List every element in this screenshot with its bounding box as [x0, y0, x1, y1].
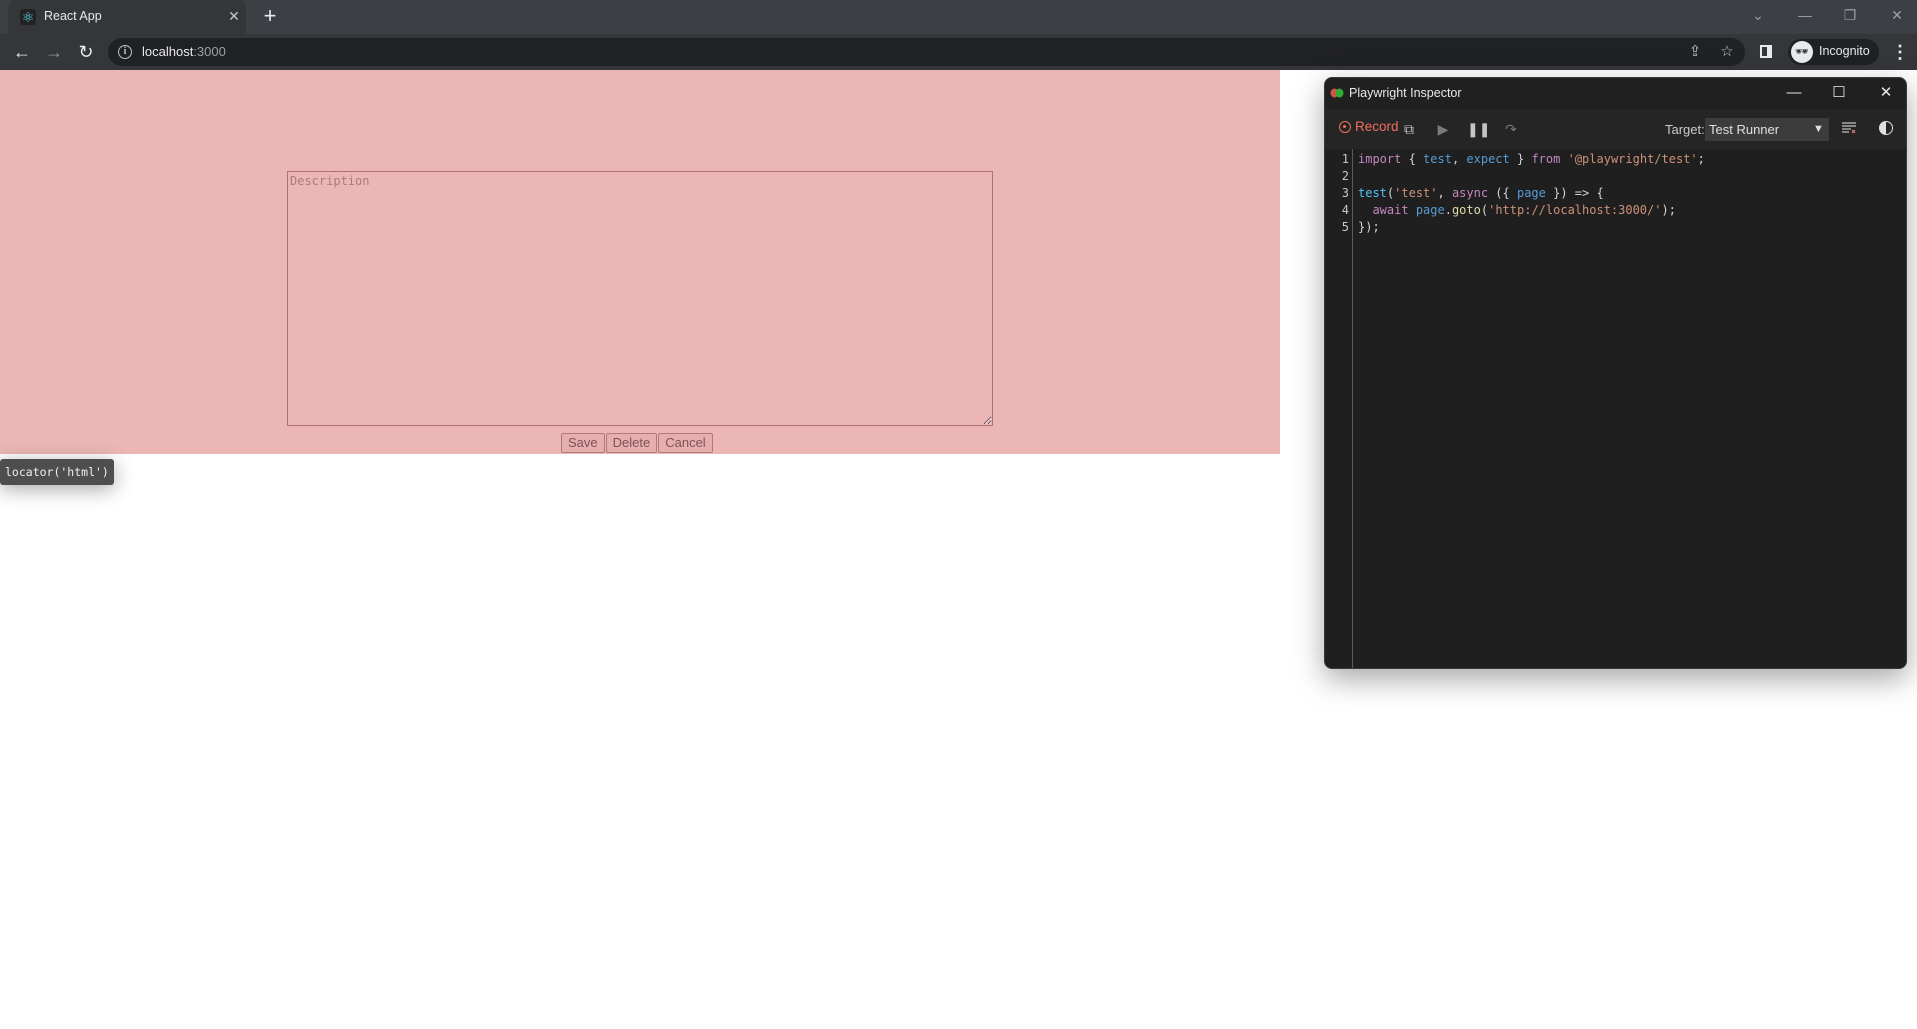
window-restore-icon[interactable]: ❐ [1836, 2, 1864, 28]
target-label: Target: [1665, 122, 1705, 137]
copy-icon[interactable]: ⧉ [1399, 119, 1419, 139]
line-number: 2 [1341, 169, 1349, 183]
record-icon [1339, 121, 1351, 133]
inspector-title: Playwright Inspector [1349, 86, 1462, 100]
playwright-logo-icon [1330, 88, 1344, 98]
reload-button[interactable]: ↻ [74, 40, 98, 64]
inspector-toolbar: Record ⧉ ▶ ❚❚ ↷ Target: Test Runner ▼ [1325, 109, 1906, 149]
url-port: :3000 [193, 44, 226, 59]
window-close-icon[interactable]: ✕ [1883, 2, 1911, 28]
kebab-menu-icon[interactable]: ⋮ [1891, 42, 1909, 62]
back-button[interactable]: ← [10, 40, 34, 64]
bookmark-star-icon[interactable]: ☆ [1716, 41, 1738, 63]
action-buttons: Save Delete Cancel [561, 433, 713, 453]
code-editor[interactable]: 1 import { test, expect } from '@playwrig… [1325, 149, 1906, 668]
code-text: import { test, expect } from '@playwrigh… [1358, 152, 1705, 166]
inspector-minimize-icon[interactable]: — [1779, 80, 1809, 106]
description-textarea[interactable] [287, 171, 993, 426]
line-number: 1 [1341, 152, 1349, 166]
react-logo-icon: ⚛ [20, 9, 36, 25]
record-label: Record [1355, 119, 1399, 134]
inspector-maximize-icon[interactable]: ☐ [1824, 80, 1854, 106]
browser-toolbar: ← → ↻ i localhost:3000 ⇪ ☆ 🕶 Incognito ⋮ [0, 34, 1917, 70]
save-button[interactable]: Save [561, 433, 605, 453]
site-info-icon[interactable]: i [118, 45, 132, 59]
code-line: 2 [1325, 168, 1906, 185]
side-panel-icon[interactable] [1760, 45, 1772, 58]
url-host: localhost [142, 44, 194, 59]
inspector-title-bar[interactable]: Playwright Inspector — ☐ ✕ [1325, 78, 1906, 109]
tab-search-chevron-icon[interactable]: ⌄ [1744, 2, 1772, 28]
code-line: 1 import { test, expect } from '@playwrig… [1325, 151, 1906, 168]
inspector-close-icon[interactable]: ✕ [1871, 80, 1901, 106]
theme-toggle-icon[interactable] [1879, 121, 1893, 135]
incognito-label: Incognito [1819, 44, 1870, 58]
code-line: 4 await page.goto('http://localhost:3000… [1325, 202, 1906, 219]
forward-button[interactable]: → [42, 40, 66, 64]
tab-close-icon[interactable]: ✕ [226, 8, 242, 24]
browser-tab[interactable]: ⚛ React App ✕ [8, 0, 246, 34]
playwright-inspector-window: Playwright Inspector — ☐ ✕ Record ⧉ ▶ ❚❚… [1324, 77, 1907, 669]
code-text: }); [1358, 220, 1380, 234]
incognito-icon: 🕶 [1791, 41, 1813, 63]
new-tab-button[interactable]: + [259, 5, 281, 28]
code-line: 5}); [1325, 219, 1906, 236]
line-number: 5 [1341, 220, 1349, 234]
incognito-profile-chip[interactable]: 🕶 Incognito [1788, 39, 1879, 65]
browser-tab-strip: ⚛ React App ✕ + ⌄ — ❐ ✕ [0, 0, 1917, 34]
target-value: Test Runner [1709, 122, 1780, 137]
code-text: test('test', async ({ page }) => { [1358, 186, 1604, 200]
resume-icon[interactable]: ▶ [1433, 119, 1453, 139]
app-container: Save Delete Cancel [0, 70, 1280, 454]
url-text[interactable]: localhost:3000 [142, 44, 226, 59]
address-bar[interactable]: i localhost:3000 ⇪ ☆ [108, 38, 1745, 66]
step-over-icon[interactable]: ↷ [1501, 119, 1521, 139]
pause-icon[interactable]: ❚❚ [1467, 119, 1490, 139]
delete-button[interactable]: Delete [605, 433, 658, 453]
line-number: 3 [1341, 186, 1349, 200]
share-icon[interactable]: ⇪ [1684, 41, 1706, 63]
code-text: await page.goto('http://localhost:3000/'… [1372, 203, 1676, 217]
target-select[interactable]: Test Runner [1705, 118, 1829, 141]
line-number: 4 [1341, 203, 1349, 217]
clear-icon[interactable] [1842, 121, 1856, 135]
window-minimize-icon[interactable]: — [1791, 2, 1819, 28]
record-button[interactable]: Record [1339, 119, 1399, 139]
locator-tooltip: locator('html') [0, 459, 114, 485]
code-line: 3 test('test', async ({ page }) => { [1325, 185, 1906, 202]
cancel-button[interactable]: Cancel [658, 433, 713, 453]
tab-title: React App [44, 9, 102, 23]
